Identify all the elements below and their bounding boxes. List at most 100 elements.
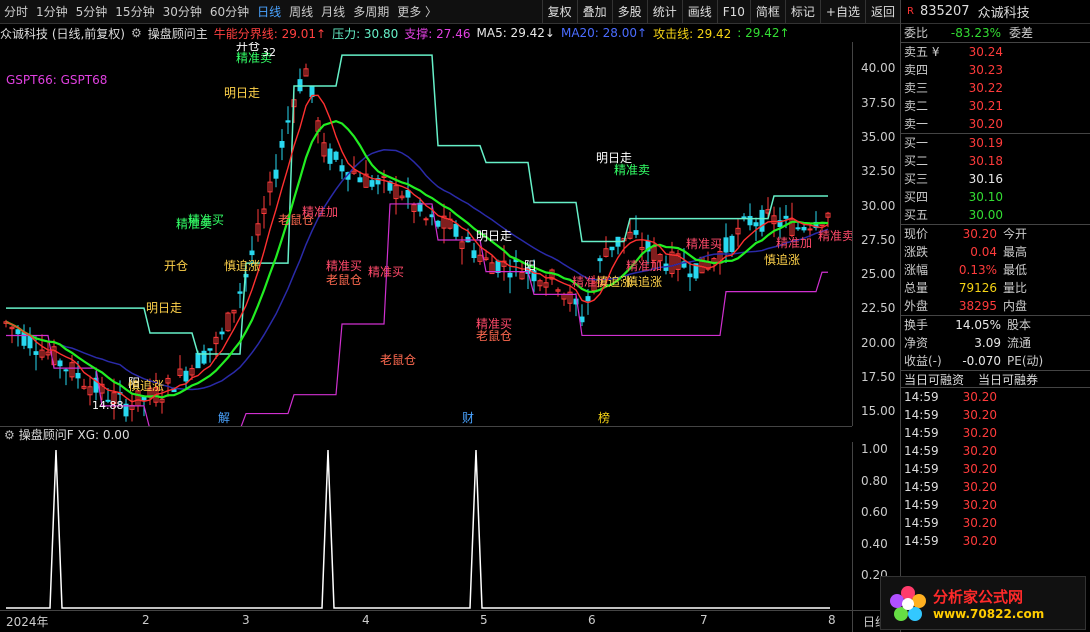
flower-logo-icon <box>890 586 926 621</box>
signal-label: 精准买 <box>686 237 722 251</box>
tab-4[interactable]: 30分钟 <box>159 0 206 24</box>
tick-time: 14:59 <box>904 408 939 422</box>
candle-body <box>633 230 639 235</box>
tab-8[interactable]: 月线 <box>317 0 349 24</box>
watermark: 分析家公式网 www.70822.com <box>880 576 1086 630</box>
ask-row[interactable]: 卖五 ¥ 30.24 <box>901 43 1090 61</box>
stat-label: 总量 <box>904 281 929 295</box>
sub-indicator-chart[interactable] <box>0 442 852 610</box>
r-badge-icon: R <box>907 6 914 17</box>
tab-10[interactable]: 更多 〉 <box>393 0 441 24</box>
legend-indicator[interactable]: 操盘顾问主 <box>148 25 208 42</box>
tab-3[interactable]: 15分钟 <box>111 0 158 24</box>
pressure-band-line <box>6 54 828 355</box>
ask-label: 卖三 <box>904 81 929 95</box>
stat2-label: 净资 <box>904 336 929 350</box>
tool-button-2[interactable]: 多股 <box>611 0 647 24</box>
tool-button-4[interactable]: 画线 <box>681 0 717 24</box>
stat2-value: 14.05% <box>955 318 1001 332</box>
sub-settings-icon[interactable]: ⚙ <box>4 428 15 442</box>
bid-row[interactable]: 买四 30.10 <box>901 188 1090 206</box>
candle-body <box>327 148 333 164</box>
bid-row[interactable]: 买五 30.00 <box>901 206 1090 224</box>
tab-0[interactable]: 分时 <box>0 0 32 24</box>
tick-row: 14:59 30.20 <box>901 532 1090 550</box>
tool-button-6[interactable]: 简框 <box>749 0 785 24</box>
tab-7[interactable]: 周线 <box>285 0 317 24</box>
ask-price: 30.23 <box>968 63 1003 77</box>
candle-body <box>723 237 729 253</box>
candle-body <box>183 370 189 382</box>
candle-body <box>729 235 735 253</box>
signal-label: 精准卖 <box>614 163 650 177</box>
tool-button-0[interactable]: 复权 <box>541 0 577 24</box>
tick-time: 14:59 <box>904 462 939 476</box>
sub-title[interactable]: 操盘顾问F XG: 0.00 <box>19 426 130 443</box>
tick-time: 14:59 <box>904 426 939 440</box>
tool-button-8[interactable]: +自选 <box>819 0 865 24</box>
candle-body <box>333 151 339 160</box>
price-tick: 15.00 <box>861 404 896 419</box>
candle-body <box>471 250 477 259</box>
bid-row[interactable]: 买一 30.19 <box>901 134 1090 152</box>
tool-button-1[interactable]: 叠加 <box>576 0 612 24</box>
stat-value-2 <box>1037 297 1090 315</box>
tool-button-9[interactable]: 返回 <box>864 0 900 24</box>
tick-list[interactable]: 14:59 30.20 14:59 30.20 14:59 30.20 14:59 30.20… <box>901 388 1090 550</box>
signal-label: 老鼠仓 <box>326 273 362 287</box>
watermark-url: www.70822.com <box>933 606 1045 621</box>
settings-icon[interactable]: ⚙ <box>131 26 142 40</box>
price-tick: 37.50 <box>861 95 896 110</box>
ask-row[interactable]: 卖二 30.21 <box>901 97 1090 115</box>
tick-price: 30.20 <box>962 534 997 548</box>
candle-body <box>435 220 441 227</box>
stat-label-2: 内盘 <box>1003 299 1028 313</box>
candle-body <box>405 189 411 198</box>
tab-5[interactable]: 60分钟 <box>206 0 253 24</box>
date-tick: 6 <box>588 613 596 627</box>
tab-9[interactable]: 多周期 <box>349 0 393 24</box>
tool-button-3[interactable]: 统计 <box>646 0 682 24</box>
stock-code: 835207 <box>919 4 970 19</box>
event-jie[interactable]: 解 <box>218 411 230 425</box>
candle-body <box>249 250 255 256</box>
legend-support: 支撑: 27.46 <box>404 26 471 41</box>
bid-row[interactable]: 买三 30.16 <box>901 170 1090 188</box>
tick-row: 14:59 30.20 <box>901 424 1090 442</box>
stat-value-2 <box>1037 243 1090 261</box>
price-tick: 20.00 <box>861 335 896 350</box>
sub-indicator-header: ⚙ 操盘顾问F XG: 0.00 <box>0 426 852 442</box>
bid-price: 30.16 <box>968 172 1003 186</box>
candle-body <box>63 369 69 372</box>
quote-stats: 现价 30.20 今开 涨跌 0.04 最高 涨幅 0.13% 最低 总量 79126 量比 外盘 382… <box>901 224 1090 315</box>
ask-row[interactable]: 卖四 30.23 <box>901 61 1090 79</box>
tool-button-5[interactable]: F10 <box>716 0 750 24</box>
price-tick: 17.50 <box>861 370 896 384</box>
main-kline-chart[interactable]: GSPT66: GSPT68 开仓精准卖明日走精准买精准卖开仓 慎追涨明日走老鼠仓… <box>0 42 852 426</box>
tool-button-7[interactable]: 标记 <box>784 0 820 24</box>
event-bang[interactable]: 榜 <box>598 410 610 425</box>
signal-label: 明日走 <box>476 229 512 243</box>
signal-label: 老鼠仓 <box>380 353 416 367</box>
stat-value: 30.20 <box>962 227 997 241</box>
sub-tick: 0.80 <box>861 473 888 488</box>
tick-price: 30.20 <box>962 444 997 458</box>
ask-row[interactable]: 卖一 30.20 <box>901 115 1090 133</box>
candle-body <box>285 120 291 123</box>
candle-body <box>15 329 21 335</box>
ma10-line <box>5 119 829 399</box>
stat2-row: 换手 14.05% 股本 <box>901 316 1090 334</box>
ask-row[interactable]: 卖三 30.22 <box>901 79 1090 97</box>
candle-body <box>273 169 279 179</box>
date-tick: 8 <box>828 613 836 627</box>
signal-label: 慎追涨 <box>224 258 260 273</box>
candle-body <box>219 331 225 335</box>
tab-2[interactable]: 5分钟 <box>72 0 112 24</box>
tab-6[interactable]: 日线 <box>253 0 285 24</box>
tab-1[interactable]: 1分钟 <box>32 0 72 24</box>
date-axis: 2024年 2 3 4 5 6 7 8 <box>0 610 852 632</box>
stat-row: 现价 30.20 今开 <box>901 225 1090 243</box>
bid-row[interactable]: 买二 30.18 <box>901 152 1090 170</box>
signal-label: 精准卖 <box>176 217 212 231</box>
event-cai[interactable]: 财 <box>462 411 474 425</box>
